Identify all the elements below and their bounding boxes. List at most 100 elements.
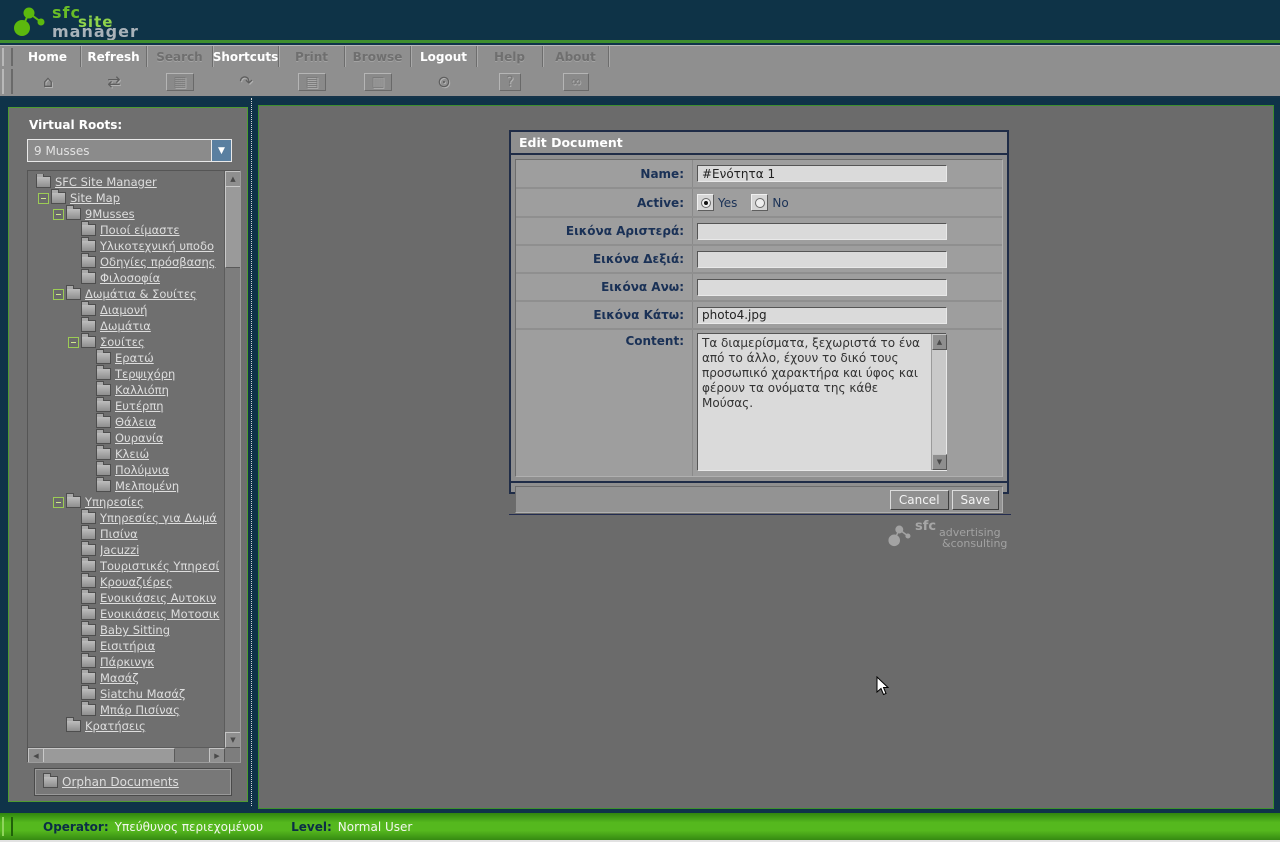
content-scrollbar[interactable]: ▲ ▼	[931, 334, 946, 470]
tree-item[interactable]: 9Musses	[28, 206, 225, 222]
tree-item[interactable]: Ευτέρπη	[28, 398, 225, 414]
form-row-name: Name:	[516, 160, 1002, 189]
horizontal-scroll-thumb[interactable]	[43, 748, 175, 763]
home-button[interactable]: ⌂	[15, 67, 81, 96]
watermark-text-consulting: &consulting	[942, 537, 1007, 550]
tree-item[interactable]: Τουριστικές Υπηρεσί	[28, 558, 225, 574]
folder-icon	[66, 288, 81, 300]
menu-item-browse[interactable]: Browse	[345, 46, 411, 68]
tree-item[interactable]: Πολύμνια	[28, 462, 225, 478]
tree-item[interactable]: Διαμονή	[28, 302, 225, 318]
main-panel: Edit Document Name: Active: Yes No	[258, 105, 1274, 809]
panel-splitter[interactable]	[248, 98, 255, 806]
orphan-documents-link[interactable]: Orphan Documents	[62, 775, 179, 789]
tree-item[interactable]: Κλειώ	[28, 446, 225, 462]
collapse-icon[interactable]	[53, 209, 64, 220]
menu-item-print[interactable]: Print	[279, 46, 345, 68]
cancel-button[interactable]: Cancel	[890, 490, 949, 510]
tree-item[interactable]: SFC Site Manager	[28, 174, 225, 190]
header-accent-line	[0, 40, 1280, 43]
tree-horizontal-scrollbar[interactable]: ◀ ▶	[28, 747, 225, 762]
tree-item[interactable]: Υπηρεσίες για Δωμά	[28, 510, 225, 526]
radio-yes[interactable]	[697, 194, 714, 211]
image-left-input[interactable]	[697, 223, 947, 240]
tree-item[interactable]: Κρατήσεις	[28, 718, 225, 734]
menu-item-search[interactable]: Search	[147, 46, 213, 68]
scroll-down-icon[interactable]: ▼	[932, 454, 947, 470]
tree-item[interactable]: Κρουαζιέρες	[28, 574, 225, 590]
tree-item[interactable]: Υπηρεσίες	[28, 494, 225, 510]
menu-item-refresh[interactable]: Refresh	[81, 46, 147, 68]
shortcut-button[interactable]: ↷	[213, 67, 279, 96]
menu-bar: HomeRefreshSearchShortcutsPrintBrowseLog…	[0, 45, 1280, 69]
tree-item[interactable]: Καλλιόπη	[28, 382, 225, 398]
vertical-scroll-thumb[interactable]	[225, 186, 241, 268]
scroll-up-icon[interactable]: ▲	[932, 334, 947, 350]
picture-button[interactable]: ▦	[147, 67, 213, 96]
tree-vertical-scrollbar[interactable]: ▲ ▼	[224, 171, 240, 748]
collapse-icon[interactable]	[38, 193, 49, 204]
virtual-roots-select[interactable]: 9 Musses ▼	[27, 139, 232, 162]
tree-item[interactable]: Πάρκινγκ	[28, 654, 225, 670]
menu-item-about[interactable]: About	[543, 46, 609, 68]
tree-item[interactable]: Θάλεια	[28, 414, 225, 430]
power-button[interactable]: ⊙	[411, 67, 477, 96]
scroll-right-icon[interactable]: ▶	[209, 748, 225, 763]
tree-item[interactable]: Εισιτήρια	[28, 638, 225, 654]
radio-no[interactable]	[751, 194, 768, 211]
about-button[interactable]: ∞	[543, 67, 609, 96]
help-button[interactable]: ?	[477, 67, 543, 96]
tree-item[interactable]: Jacuzzi	[28, 542, 225, 558]
image-top-input[interactable]	[697, 279, 947, 296]
tree-item[interactable]: Πισίνα	[28, 526, 225, 542]
tree-item[interactable]: Φιλοσοφία	[28, 270, 225, 286]
sfc-consulting-logo: sfc advertising &consulting	[887, 517, 1017, 553]
tree-item[interactable]: Υλικοτεχνική υποδο	[28, 238, 225, 254]
tree-item[interactable]: Ουρανία	[28, 430, 225, 446]
virtual-roots-label: Virtual Roots:	[29, 118, 122, 132]
scroll-left-icon[interactable]: ◀	[28, 748, 44, 763]
scroll-down-icon[interactable]: ▼	[225, 732, 241, 748]
toolbar-grip[interactable]	[2, 69, 13, 94]
tree-item[interactable]: Siatchu Μασάζ	[28, 686, 225, 702]
image-top-label: Εικόνα Ανω:	[516, 274, 693, 300]
menu-item-home[interactable]: Home	[15, 46, 81, 68]
tree-item[interactable]: Site Map	[28, 190, 225, 206]
tree-item[interactable]: Ποιοί είμαστε	[28, 222, 225, 238]
collapse-icon[interactable]	[53, 497, 64, 508]
tree-item[interactable]: Δωμάτια	[28, 318, 225, 334]
tree-item[interactable]: Οδηγίες πρόσβασης	[28, 254, 225, 270]
image-bottom-input[interactable]	[697, 307, 947, 324]
tree-item[interactable]: Μπάρ Πισίνας	[28, 702, 225, 718]
scroll-up-icon[interactable]: ▲	[225, 171, 241, 187]
chevron-down-icon[interactable]: ▼	[211, 140, 231, 161]
collapse-icon[interactable]	[53, 289, 64, 300]
tree-item[interactable]: Μασάζ	[28, 670, 225, 686]
content-textarea[interactable]: Τα διαμερίσματα, ξεχωριστά το ένα από το…	[698, 334, 931, 470]
sfc-site-manager-logo: sfc site manager	[12, 2, 202, 40]
tree-item[interactable]: Ενοικιάσεις Μοτοσικ	[28, 606, 225, 622]
menu-item-help[interactable]: Help	[477, 46, 543, 68]
folder-icon	[81, 576, 96, 588]
tree-item[interactable]: Μελπομένη	[28, 478, 225, 494]
tree-item[interactable]: Σουίτες	[28, 334, 225, 350]
image-right-input[interactable]	[697, 251, 947, 268]
folder-icon	[81, 672, 96, 684]
orphan-documents-button[interactable]: Orphan Documents	[34, 768, 232, 796]
name-input[interactable]	[697, 165, 947, 182]
refresh-button[interactable]: ⇄	[81, 67, 147, 96]
save-button[interactable]: Save	[952, 490, 999, 510]
tree-item[interactable]: Τερψιχόρη	[28, 366, 225, 382]
tree-item[interactable]: Ερατώ	[28, 350, 225, 366]
menu-grip[interactable]	[2, 48, 13, 66]
dialog-footer: Cancel Save	[515, 486, 1003, 513]
menu-item-shortcuts[interactable]: Shortcuts	[213, 46, 279, 68]
tree-item[interactable]: Δωμάτια & Σουίτες	[28, 286, 225, 302]
tree-item[interactable]: Baby Sitting	[28, 622, 225, 638]
menu-item-logout[interactable]: Logout	[411, 46, 477, 68]
folder-icon	[81, 640, 96, 652]
print-button[interactable]: ▤	[279, 67, 345, 96]
browse-button[interactable]: ▥	[345, 67, 411, 96]
collapse-icon[interactable]	[68, 337, 79, 348]
tree-item[interactable]: Ενοικιάσεις Αυτοκιν	[28, 590, 225, 606]
